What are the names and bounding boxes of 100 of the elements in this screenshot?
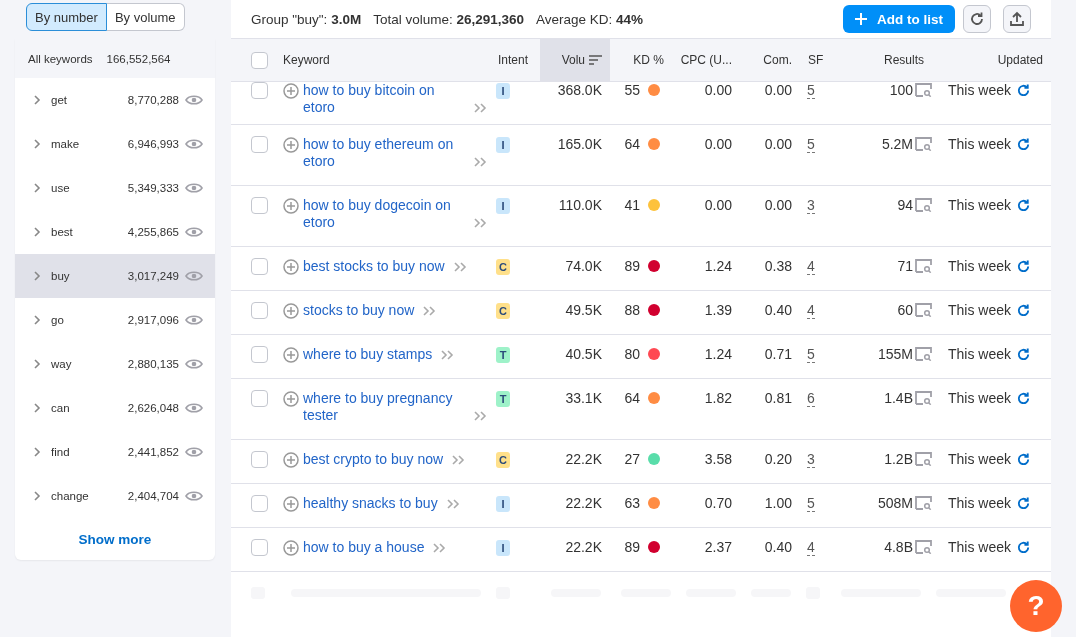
column-header[interactable]: Updated [932,39,1051,81]
keyword-link[interactable]: how to buy a house [303,539,425,556]
column-header[interactable]: KD % [610,39,672,81]
chevron-icon[interactable] [33,490,41,502]
eye-icon[interactable] [185,446,203,458]
serp-features-link[interactable]: 6 [807,390,815,407]
refresh-icon[interactable] [1016,451,1031,467]
serp-preview-icon[interactable] [915,347,932,361]
add-circle-icon[interactable] [283,303,299,319]
eye-icon[interactable] [185,490,203,502]
chevron-icon[interactable] [33,182,41,194]
row-checkbox[interactable] [250,258,268,275]
row-checkbox[interactable] [250,539,268,556]
keyword-link[interactable]: how to buy dogecoin on etoro [303,197,465,231]
keyword-link[interactable]: how to buy bitcoin on etoro [303,82,465,116]
double-chevron-icon[interactable] [440,350,455,360]
column-header[interactable]: Volu [540,39,610,81]
serp-preview-icon[interactable] [915,303,932,317]
all-keywords-row[interactable]: All keywords 166,552,564 [15,39,215,78]
double-chevron-icon[interactable] [473,411,487,421]
eye-icon[interactable] [185,314,203,326]
row-checkbox[interactable] [250,82,268,99]
export-button[interactable] [1003,5,1031,33]
serp-preview-icon[interactable] [915,496,932,510]
column-header[interactable]: CPC (U... [672,39,740,81]
keyword-link[interactable]: where to buy stamps [303,346,433,363]
row-checkbox[interactable] [250,495,268,512]
serp-features-link[interactable]: 4 [807,302,815,319]
group-item[interactable]: make 6,946,993 [15,122,215,166]
chevron-icon[interactable] [33,358,41,370]
chevron-icon[interactable] [33,402,41,414]
refresh-icon[interactable] [1016,390,1031,406]
serp-features-link[interactable]: 5 [807,346,815,363]
serp-features-link[interactable]: 3 [807,451,815,468]
refresh-icon[interactable] [1016,82,1031,98]
chevron-icon[interactable] [33,270,41,282]
column-header[interactable]: Results [840,39,932,81]
serp-features-link[interactable]: 3 [807,197,815,214]
double-chevron-icon[interactable] [445,499,460,509]
chevron-icon[interactable] [33,314,41,326]
eye-icon[interactable] [185,270,203,282]
double-chevron-icon[interactable] [473,157,487,167]
row-checkbox[interactable] [250,197,268,214]
keyword-link[interactable]: best crypto to buy now [303,451,444,468]
double-chevron-icon[interactable] [473,218,487,228]
double-chevron-icon[interactable] [422,306,437,316]
row-checkbox[interactable] [250,346,268,363]
group-item[interactable]: buy 3,017,249 [15,254,215,298]
group-item[interactable]: find 2,441,852 [15,430,215,474]
double-chevron-icon[interactable] [432,543,447,553]
add-circle-icon[interactable] [283,259,299,275]
add-circle-icon[interactable] [283,540,299,556]
chevron-icon[interactable] [33,138,41,150]
serp-preview-icon[interactable] [915,198,932,212]
eye-icon[interactable] [185,226,203,238]
group-item[interactable]: can 2,626,048 [15,386,215,430]
column-header[interactable]: SF [800,39,840,81]
double-chevron-icon[interactable] [473,103,487,113]
eye-icon[interactable] [185,402,203,414]
keyword-link[interactable]: stocks to buy now [303,302,415,319]
serp-features-link[interactable]: 5 [807,136,815,153]
row-checkbox[interactable] [250,136,268,153]
refresh-icon[interactable] [1016,495,1031,511]
eye-icon[interactable] [185,94,203,106]
double-chevron-icon[interactable] [451,455,466,465]
column-header[interactable]: Keyword [275,39,490,81]
eye-icon[interactable] [185,138,203,150]
add-circle-icon[interactable] [283,496,299,512]
add-circle-icon[interactable] [283,137,299,153]
serp-preview-icon[interactable] [915,137,932,151]
refresh-icon[interactable] [1016,302,1031,318]
serp-features-link[interactable]: 5 [807,82,815,99]
group-item[interactable]: best 4,255,865 [15,210,215,254]
group-item[interactable]: get 8,770,288 [15,78,215,122]
chevron-icon[interactable] [33,226,41,238]
keyword-link[interactable]: healthy snacks to buy [303,495,438,512]
add-circle-icon[interactable] [283,347,299,363]
add-circle-icon[interactable] [283,198,299,214]
group-item[interactable]: use 5,349,333 [15,166,215,210]
row-checkbox[interactable] [250,451,268,468]
refresh-icon[interactable] [1016,539,1031,555]
group-item[interactable]: go 2,917,096 [15,298,215,342]
chevron-icon[interactable] [33,94,41,106]
row-checkbox[interactable] [250,302,268,319]
serp-features-link[interactable]: 4 [807,258,815,275]
refresh-icon[interactable] [1016,346,1031,362]
serp-features-link[interactable]: 5 [807,495,815,512]
add-circle-icon[interactable] [283,83,299,99]
chevron-icon[interactable] [33,446,41,458]
select-all-checkbox[interactable] [250,51,268,69]
show-more-link[interactable]: Show more [78,531,152,547]
serp-features-link[interactable]: 4 [807,539,815,556]
double-chevron-icon[interactable] [452,262,467,272]
refresh-icon[interactable] [1016,258,1031,274]
group-item[interactable]: change 2,404,704 [15,474,215,518]
serp-preview-icon[interactable] [915,259,932,273]
toggle-button[interactable]: By number [26,3,107,31]
add-circle-icon[interactable] [283,452,299,468]
refresh-button[interactable] [963,5,991,33]
row-checkbox[interactable] [250,390,268,407]
